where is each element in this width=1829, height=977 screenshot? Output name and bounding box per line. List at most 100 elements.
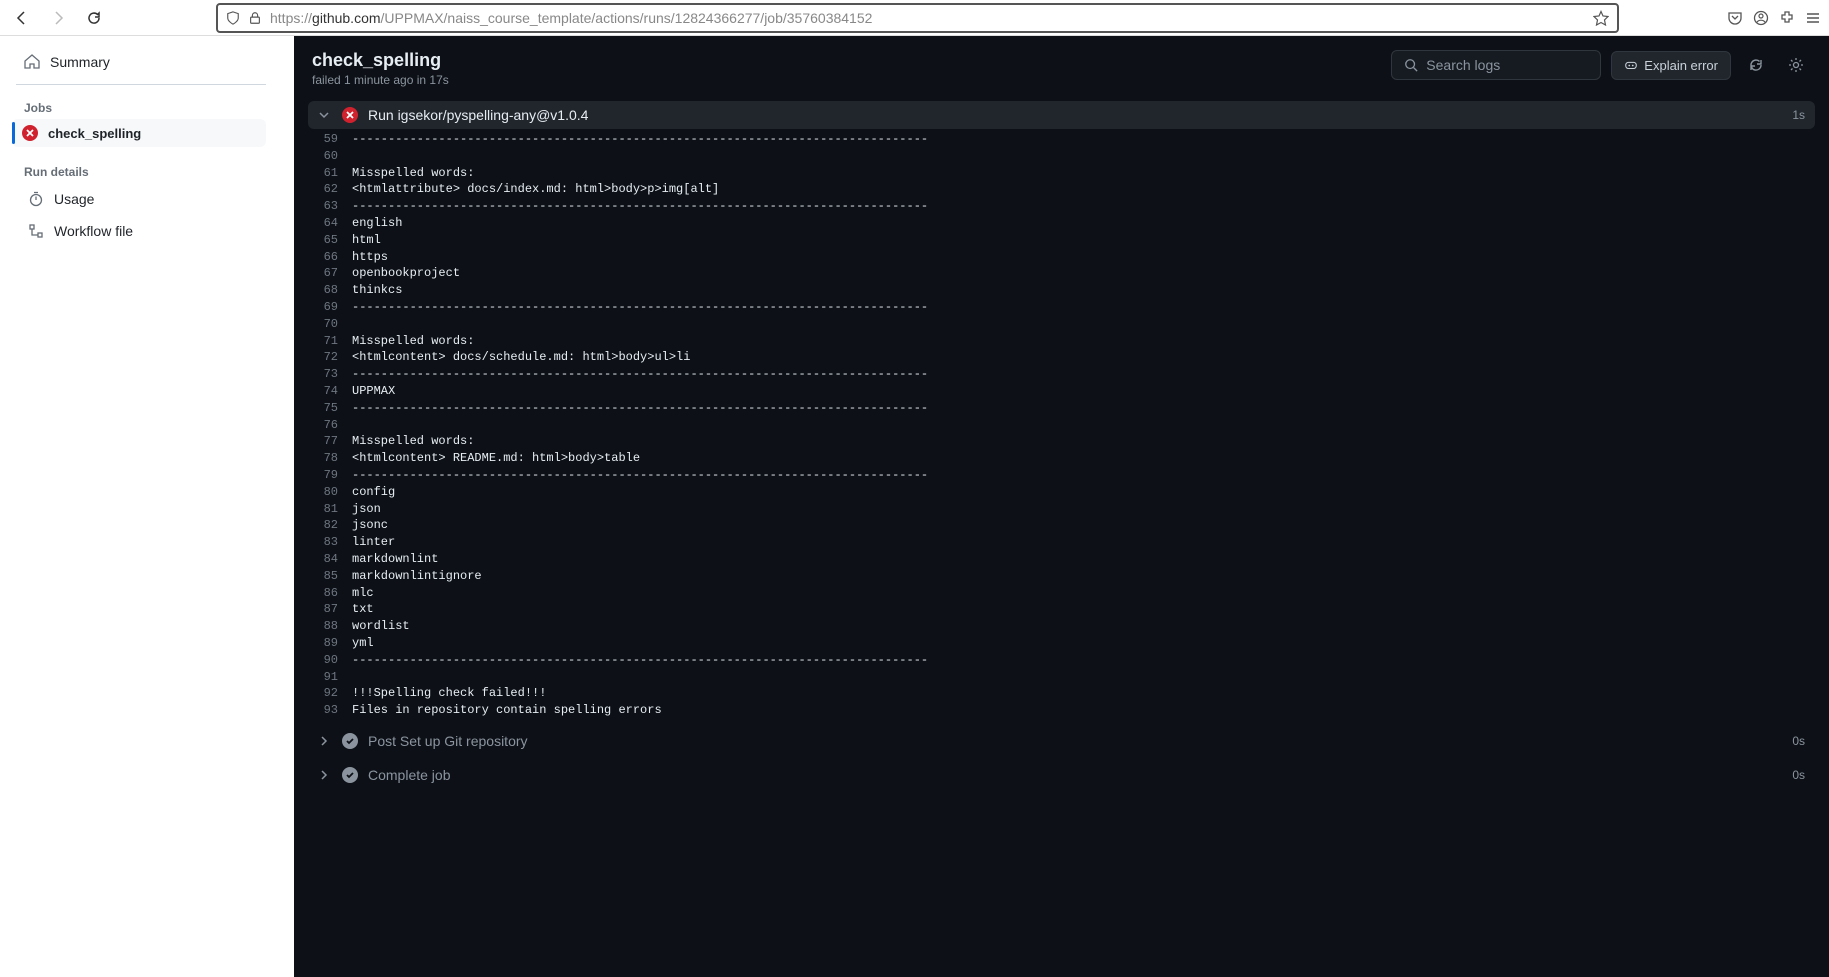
line-text: Misspelled words:	[352, 165, 474, 182]
summary-link[interactable]: Summary	[16, 48, 266, 76]
log-line: 75--------------------------------------…	[312, 400, 1821, 417]
line-text: ----------------------------------------…	[352, 366, 928, 383]
line-text: yml	[352, 635, 374, 652]
step-complete-job[interactable]: Complete job 0s	[308, 761, 1815, 789]
line-text: ----------------------------------------…	[352, 131, 928, 148]
line-number: 79	[312, 467, 352, 484]
line-text: markdownlint	[352, 551, 438, 568]
line-text: <htmlcontent> docs/schedule.md: html>bod…	[352, 349, 690, 366]
run-details-label: Run details	[16, 161, 294, 183]
line-number: 82	[312, 517, 352, 534]
summary-label: Summary	[50, 54, 110, 70]
step-run-pyspelling[interactable]: Run igsekor/pyspelling-any@v1.0.4 1s	[308, 101, 1815, 129]
pocket-icon[interactable]	[1727, 10, 1743, 26]
line-number: 90	[312, 652, 352, 669]
line-text: <htmlattribute> docs/index.md: html>body…	[352, 181, 719, 198]
log-line: 88wordlist	[312, 618, 1821, 635]
settings-gear-button[interactable]	[1781, 50, 1811, 80]
line-number: 70	[312, 316, 352, 333]
line-number: 88	[312, 618, 352, 635]
line-number: 78	[312, 450, 352, 467]
log-line: 74UPPMAX	[312, 383, 1821, 400]
bookmark-star-icon[interactable]	[1593, 10, 1609, 26]
line-number: 91	[312, 669, 352, 686]
job-item-label: check_spelling	[48, 126, 141, 141]
line-text: ----------------------------------------…	[352, 467, 928, 484]
job-status-line: failed 1 minute ago in 17s	[312, 73, 449, 87]
log-line: 66https	[312, 249, 1821, 266]
log-line: 92!!!Spelling check failed!!!	[312, 685, 1821, 702]
line-text: UPPMAX	[352, 383, 395, 400]
line-number: 93	[312, 702, 352, 719]
line-text: https	[352, 249, 388, 266]
chevron-right-icon	[318, 735, 332, 747]
rerun-button[interactable]	[1741, 50, 1771, 80]
copilot-icon	[1624, 58, 1638, 72]
sidebar-job-check-spelling[interactable]: check_spelling	[12, 119, 266, 147]
line-text: <htmlcontent> README.md: html>body>table	[352, 450, 640, 467]
usage-link[interactable]: Usage	[16, 183, 294, 215]
explain-error-button[interactable]: Explain error	[1611, 51, 1731, 80]
log-line: 76	[312, 417, 1821, 434]
extensions-icon[interactable]	[1779, 10, 1795, 26]
line-number: 71	[312, 333, 352, 350]
line-number: 64	[312, 215, 352, 232]
search-placeholder: Search logs	[1426, 57, 1500, 73]
line-text: ----------------------------------------…	[352, 652, 928, 669]
chevron-right-icon	[318, 769, 332, 781]
log-pane: check_spelling failed 1 minute ago in 17…	[294, 36, 1829, 977]
summary-section: Summary	[16, 48, 266, 85]
line-number: 81	[312, 501, 352, 518]
line-number: 85	[312, 568, 352, 585]
job-title: check_spelling	[312, 50, 449, 71]
forward-button[interactable]	[44, 4, 72, 32]
log-line: 89yml	[312, 635, 1821, 652]
log-line: 82jsonc	[312, 517, 1821, 534]
back-button[interactable]	[8, 4, 36, 32]
chevron-down-icon	[318, 109, 332, 121]
log-line: 77Misspelled words:	[312, 433, 1821, 450]
line-number: 60	[312, 148, 352, 165]
line-number: 65	[312, 232, 352, 249]
line-text: config	[352, 484, 395, 501]
explain-error-label: Explain error	[1644, 58, 1718, 73]
line-text: ----------------------------------------…	[352, 400, 928, 417]
log-line: 68thinkcs	[312, 282, 1821, 299]
log-line: 71Misspelled words:	[312, 333, 1821, 350]
line-text: linter	[352, 534, 395, 551]
stopwatch-icon	[28, 191, 44, 207]
line-number: 89	[312, 635, 352, 652]
url-bar[interactable]: https://github.com/UPPMAX/naiss_course_t…	[216, 3, 1619, 33]
log-scroll-area[interactable]: Run igsekor/pyspelling-any@v1.0.4 1s 59-…	[294, 101, 1829, 977]
fail-status-icon	[342, 107, 358, 123]
line-text: ----------------------------------------…	[352, 198, 928, 215]
line-number: 63	[312, 198, 352, 215]
log-line: 87txt	[312, 601, 1821, 618]
log-line: 72<htmlcontent> docs/schedule.md: html>b…	[312, 349, 1821, 366]
line-text: json	[352, 501, 381, 518]
success-status-icon	[342, 733, 358, 749]
step-time: 0s	[1792, 734, 1805, 748]
line-number: 76	[312, 417, 352, 434]
line-number: 73	[312, 366, 352, 383]
workflow-file-link[interactable]: Workflow file	[16, 215, 294, 247]
search-icon	[1404, 58, 1418, 72]
usage-label: Usage	[54, 191, 94, 207]
log-line: 70	[312, 316, 1821, 333]
line-text: txt	[352, 601, 374, 618]
line-text: jsonc	[352, 517, 388, 534]
menu-icon[interactable]	[1805, 10, 1821, 26]
line-number: 84	[312, 551, 352, 568]
account-icon[interactable]	[1753, 10, 1769, 26]
log-lines-container: 59--------------------------------------…	[302, 129, 1821, 727]
log-line: 65html	[312, 232, 1821, 249]
log-line: 83linter	[312, 534, 1821, 551]
log-line: 90--------------------------------------…	[312, 652, 1821, 669]
search-logs-input[interactable]: Search logs	[1391, 50, 1601, 80]
line-number: 67	[312, 265, 352, 282]
step-post-setup-git[interactable]: Post Set up Git repository 0s	[308, 727, 1815, 755]
log-line: 67openbookproject	[312, 265, 1821, 282]
reload-button[interactable]	[80, 4, 108, 32]
log-line: 86mlc	[312, 585, 1821, 602]
log-line: 81json	[312, 501, 1821, 518]
